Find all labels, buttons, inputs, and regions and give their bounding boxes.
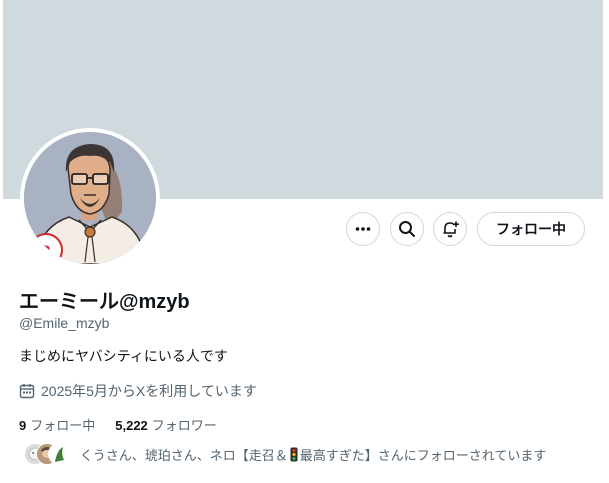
svg-text:P: P	[40, 244, 50, 260]
followers-you-know[interactable]: くうさん、琥珀さん、ネロ【走召＆ 最高すぎた】さんにフォローされています	[24, 443, 546, 465]
mutual-avatars	[24, 443, 72, 465]
followers-count: 5,222	[115, 418, 148, 433]
followed-by-text-start: くうさん、琥珀さん、ネロ【走召＆	[80, 447, 288, 463]
followed-by-text: くうさん、琥珀さん、ネロ【走召＆ 最高すぎた】さんにフォローされています	[80, 445, 546, 464]
avatar-image: P	[24, 132, 156, 264]
traffic-light-icon	[290, 447, 298, 462]
more-button[interactable]	[346, 212, 380, 246]
profile-stats: 9 フォロー中 5,222 フォロワー	[19, 415, 237, 434]
search-icon	[398, 220, 416, 238]
followed-by-text-end: 最高すぎた】さんにフォローされています	[299, 447, 547, 463]
profile-avatar[interactable]: P	[20, 128, 160, 268]
join-date: 2025年5月からXを利用しています	[19, 381, 257, 401]
handle: @Emile_mzyb	[19, 315, 110, 331]
following-link[interactable]: 9 フォロー中	[19, 415, 95, 434]
bio: まじめにヤバシティにいる人です	[19, 348, 228, 364]
following-button-label: フォロー中	[496, 221, 566, 237]
join-date-text: 2025年5月からXを利用しています	[41, 383, 257, 399]
display-name: エーミール@mzyb	[19, 291, 190, 313]
following-label: フォロー中	[30, 418, 96, 433]
followers-link[interactable]: 5,222 フォロワー	[115, 415, 217, 434]
mutual-avatar	[48, 443, 70, 465]
following-count: 9	[19, 418, 27, 433]
search-button[interactable]	[390, 212, 424, 246]
more-icon	[354, 220, 372, 238]
calendar-icon	[19, 383, 35, 399]
notification-button[interactable]	[433, 212, 467, 246]
following-button[interactable]: フォロー中	[477, 212, 585, 246]
followers-label: フォロワー	[151, 418, 217, 433]
notification-add-icon	[441, 220, 459, 238]
